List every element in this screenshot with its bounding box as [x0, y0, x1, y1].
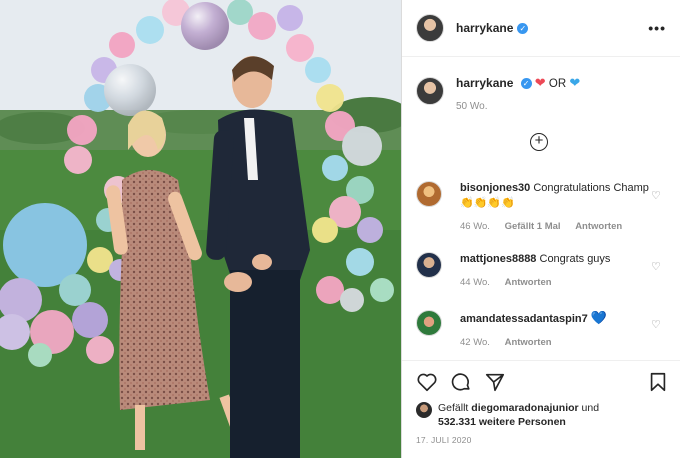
caption-username[interactable]: harrykane: [456, 76, 513, 90]
caption-body: harrykane ✓ ❤ OR ❤ 50 Wo.: [456, 75, 580, 112]
commenter-avatar[interactable]: [416, 252, 442, 278]
comment-like-heart-icon[interactable]: ♡: [651, 260, 661, 273]
comment-age[interactable]: 44 Wo.: [460, 277, 490, 288]
caption-avatar[interactable]: [416, 77, 444, 105]
likes-count[interactable]: 532.331 weitere Personen: [438, 416, 566, 428]
blue-heart-emoji: ❤: [569, 75, 581, 90]
comment-item: mattjones8888 Congrats guys 44 Wo. Antwo…: [416, 252, 667, 290]
action-icons: [402, 361, 680, 393]
commenter-avatar[interactable]: [416, 310, 442, 336]
verified-badge-icon: ✓: [520, 78, 532, 90]
share-paper-plane-icon[interactable]: [484, 371, 506, 393]
post-caption: harrykane ✓ ❤ OR ❤ 50 Wo.: [402, 57, 680, 112]
comment-age[interactable]: 46 Wo.: [460, 221, 490, 232]
author-username[interactable]: harrykane: [456, 21, 513, 35]
post-photo[interactable]: [0, 0, 401, 458]
comment-meta: 42 Wo. Antworten: [460, 335, 650, 350]
likes-summary: Gefällt diegomaradonajunior und 532.331 …: [402, 393, 680, 429]
liker-avatar[interactable]: [416, 402, 432, 418]
commenter-avatar[interactable]: [416, 181, 442, 207]
save-bookmark-icon[interactable]: [647, 371, 669, 393]
comment-username[interactable]: mattjones8888: [460, 253, 536, 265]
photo-illustration: [0, 0, 401, 458]
comment-bubble-icon[interactable]: [450, 371, 472, 393]
likes-prefix: Gefällt: [438, 402, 469, 414]
post-header: harrykane ✓ •••: [402, 0, 680, 57]
load-more-comments-icon[interactable]: +: [530, 133, 548, 151]
comment-meta: 44 Wo. Antworten: [460, 275, 650, 290]
like-heart-icon[interactable]: [416, 371, 438, 393]
comment-item: amandatessadantaspin7 💙 42 Wo. Antworten…: [416, 310, 667, 350]
reply-link[interactable]: Antworten: [505, 337, 552, 348]
red-heart-emoji: ❤: [534, 75, 546, 90]
likes-joiner: und: [581, 402, 600, 414]
comment-username[interactable]: amandatessadantaspin7: [460, 313, 588, 325]
comment-text: Congrats guys: [539, 253, 611, 265]
comment-age[interactable]: 42 Wo.: [460, 337, 490, 348]
comment-text: 💙: [590, 310, 608, 325]
reply-link[interactable]: Antworten: [575, 221, 622, 232]
comment-body: amandatessadantaspin7 💙 42 Wo. Antworten: [460, 310, 650, 350]
comment-item: bisonjones30 Congratulations Champ 👏👏👏👏 …: [416, 181, 667, 234]
more-options-icon[interactable]: •••: [648, 20, 666, 36]
comment-username[interactable]: bisonjones30: [460, 182, 530, 194]
author-avatar[interactable]: [416, 14, 444, 42]
caption-text: OR: [548, 78, 567, 90]
liker-username[interactable]: diegomaradonajunior: [471, 402, 578, 414]
comment-body: bisonjones30 Congratulations Champ 👏👏👏👏 …: [460, 181, 650, 234]
caption-age[interactable]: 50 Wo.: [456, 101, 580, 112]
comment-like-heart-icon[interactable]: ♡: [651, 189, 661, 202]
post-side-panel: harrykane ✓ ••• harrykane ✓ ❤ OR ❤ 50 Wo…: [401, 0, 680, 458]
reply-link[interactable]: Antworten: [505, 277, 552, 288]
comment-meta: 46 Wo. Gefällt 1 Mal Antworten: [460, 219, 650, 234]
post-date[interactable]: 17. JULI 2020: [402, 429, 680, 445]
instagram-post-window: harrykane ✓ ••• harrykane ✓ ❤ OR ❤ 50 Wo…: [0, 0, 680, 458]
likes-text: Gefällt diegomaradonajunior und 532.331 …: [438, 401, 599, 429]
comment-likes-count[interactable]: Gefällt 1 Mal: [505, 221, 561, 232]
comment-body: mattjones8888 Congrats guys 44 Wo. Antwo…: [460, 252, 650, 290]
comment-like-heart-icon[interactable]: ♡: [651, 318, 661, 331]
verified-badge-icon: ✓: [517, 22, 529, 34]
post-actions: Gefällt diegomaradonajunior und 532.331 …: [402, 360, 680, 445]
